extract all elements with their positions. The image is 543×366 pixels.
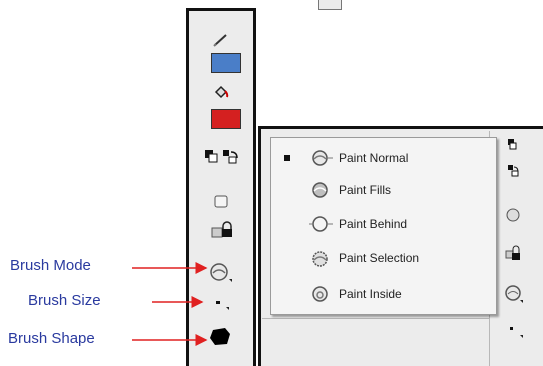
object-drawing-icon <box>214 195 228 208</box>
swap-colors-icon[interactable] <box>223 150 238 164</box>
menu-item-paint-behind[interactable]: Paint Behind <box>271 212 496 236</box>
menu-item-label: Paint Normal <box>339 151 409 165</box>
stroke-color-tool[interactable] <box>189 29 253 51</box>
paint-inside-icon <box>312 286 328 302</box>
paint-fills-icon <box>312 182 328 198</box>
paint-selection-icon <box>312 251 328 267</box>
black-white-icon-right[interactable] <box>508 139 517 150</box>
brush-size-annotation: Brush Size <box>28 292 101 309</box>
brush-mode-annotation: Brush Mode <box>10 257 91 274</box>
menu-item-label: Paint Fills <box>339 183 392 197</box>
brush-mode-menu: Paint Normal Paint Fills Paint Behind Pa… <box>270 137 497 315</box>
lock-fill-option[interactable] <box>189 219 253 241</box>
menu-item-paint-fills[interactable]: Paint Fills <box>271 178 496 202</box>
swap-colors-icon-right[interactable] <box>508 165 519 177</box>
lock-fill-icon <box>211 221 232 238</box>
top-panel-edge <box>318 0 342 10</box>
menu-item-paint-normal[interactable]: Paint Normal <box>271 146 496 170</box>
annotation-arrows <box>132 262 208 346</box>
stroke-color-swatch[interactable] <box>211 53 241 73</box>
fill-color-swatch[interactable] <box>211 109 241 129</box>
brush-shape-annotation: Brush Shape <box>8 330 95 347</box>
object-drawing-icon-right[interactable] <box>506 208 520 222</box>
right-options-strip <box>505 139 523 338</box>
brush-size-icon-right[interactable] <box>510 327 523 338</box>
lock-fill-icon-right[interactable] <box>505 245 520 260</box>
paint-bucket-icon <box>214 85 229 99</box>
menu-item-paint-selection[interactable]: Paint Selection <box>271 246 496 270</box>
black-white-icon[interactable] <box>205 150 218 163</box>
panel-bottom-line <box>262 318 489 319</box>
pencil-icon <box>213 34 227 47</box>
brush-mode-icon-right[interactable] <box>505 285 523 303</box>
color-defaults-row <box>189 145 253 167</box>
paint-normal-icon <box>312 150 333 166</box>
menu-item-label: Paint Inside <box>339 287 402 301</box>
fill-color-tool[interactable] <box>189 81 253 103</box>
object-drawing-option[interactable] <box>189 191 253 213</box>
paint-behind-icon <box>309 216 333 232</box>
checkmark-icon <box>284 155 290 161</box>
menu-item-label: Paint Behind <box>339 217 408 231</box>
menu-item-paint-inside[interactable]: Paint Inside <box>271 282 496 306</box>
menu-item-label: Paint Selection <box>339 251 420 265</box>
